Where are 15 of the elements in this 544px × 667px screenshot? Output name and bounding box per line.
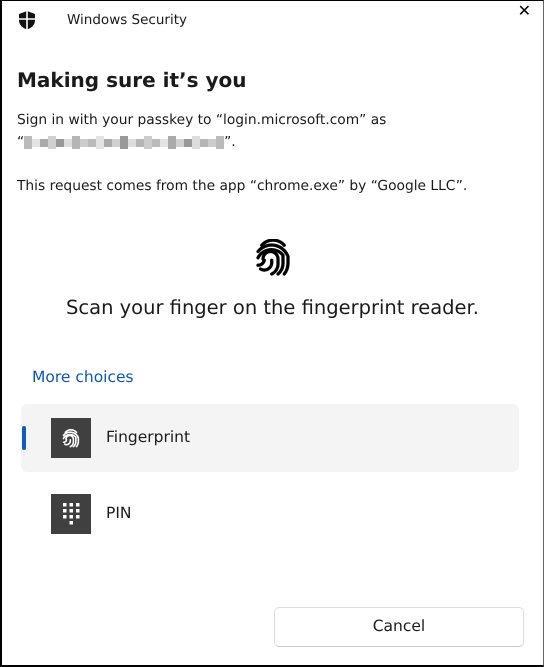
sign-in-option[interactable]: PIN [21, 480, 519, 548]
fingerprint-icon [51, 418, 91, 458]
sign-in-option[interactable]: Fingerprint [21, 404, 519, 472]
quote-mark: “ [17, 134, 24, 150]
close-button[interactable]: ✕ [506, 1, 543, 21]
quote-mark: ”. [224, 134, 236, 150]
cancel-button[interactable]: Cancel [274, 607, 524, 647]
window-title: Windows Security [67, 10, 187, 30]
scan-prompt: Scan your finger on the fingerprint reader. [65, 295, 480, 321]
more-choices-link[interactable]: More choices [32, 366, 134, 390]
keypad-icon [51, 494, 91, 534]
request-text: This request comes from the app “chrome.exe” by “Google LLC”. [17, 177, 468, 196]
dialog-heading: Making sure it’s you [17, 67, 248, 94]
sign-in-text: Sign in with your passkey to “login.microsoft.com” as [17, 111, 388, 130]
shield-icon [17, 10, 37, 30]
